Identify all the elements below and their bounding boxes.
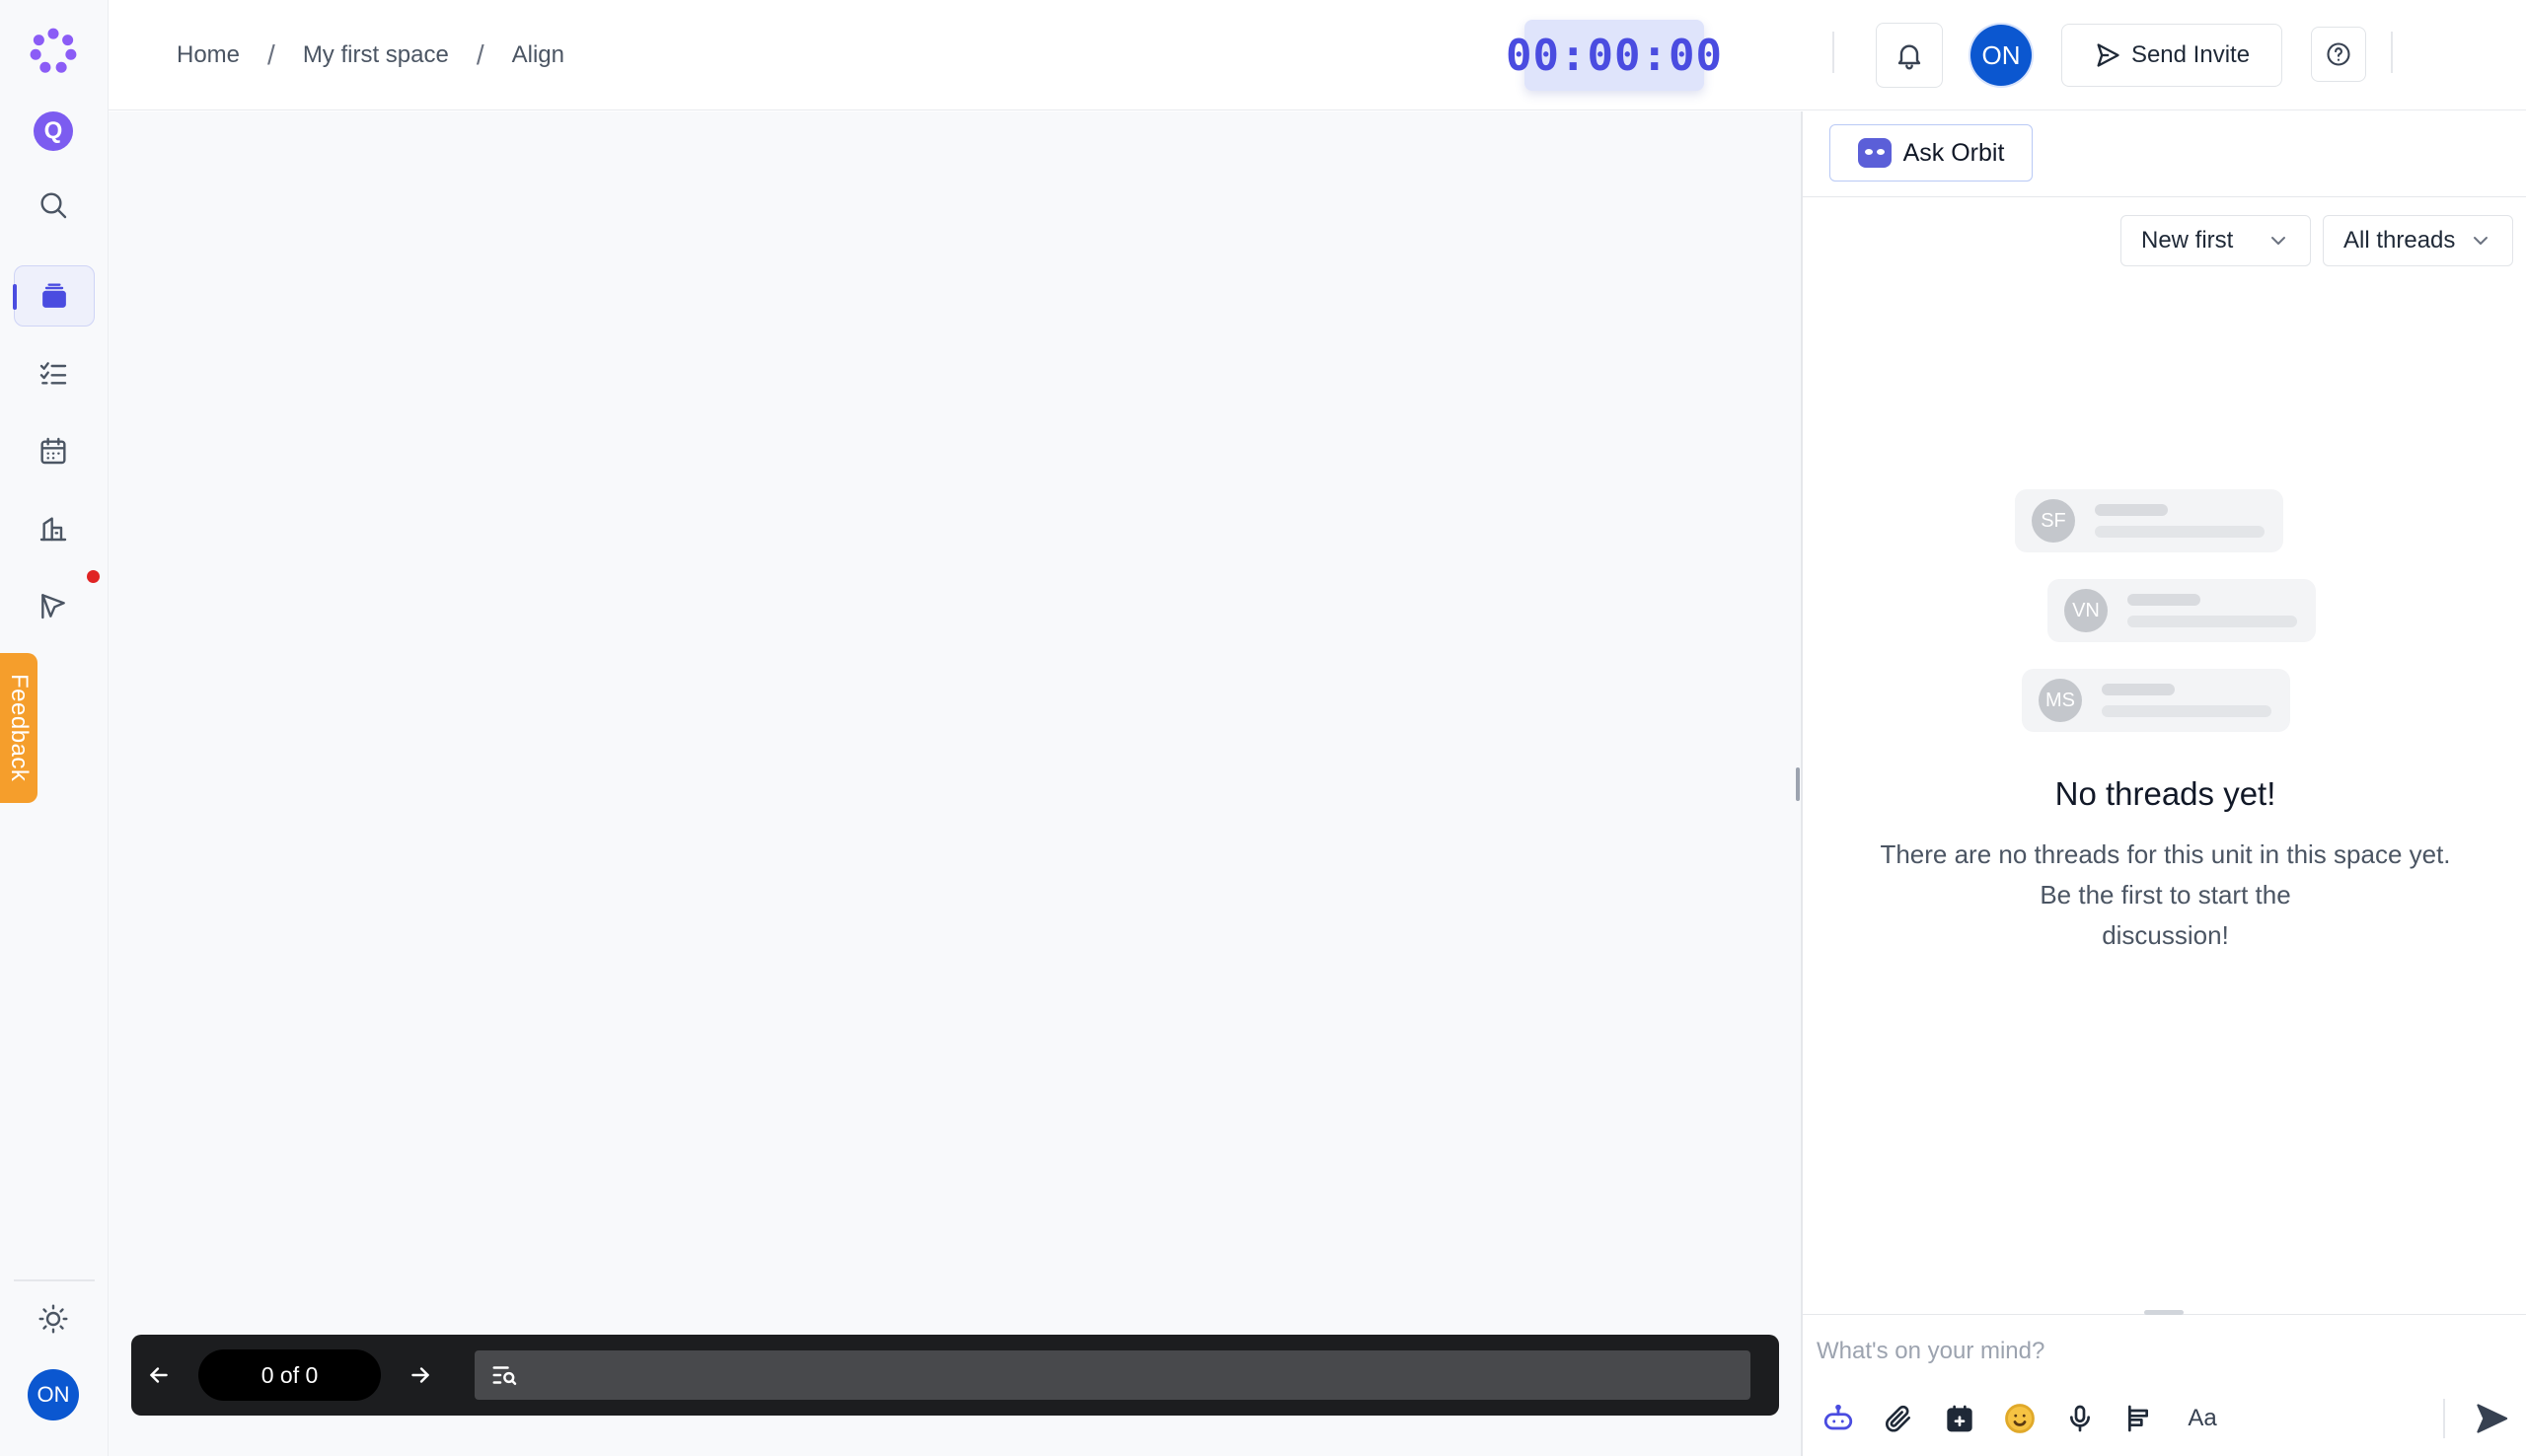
bell-icon (1897, 44, 1921, 70)
robot-icon (1823, 1404, 1853, 1430)
top-bar: Home / My first space / Align 00:00:00 O… (109, 0, 2526, 110)
search-icon[interactable] (28, 180, 79, 231)
sort-select-value: New first (2141, 227, 2234, 254)
filter-select-value: All threads (2343, 227, 2456, 254)
placeholder-avatar: VN (2064, 589, 2108, 632)
previous-button[interactable] (139, 1355, 179, 1395)
document-canvas[interactable] (109, 111, 1801, 1456)
search-list-icon (492, 1366, 517, 1385)
composer-tool-divider (2443, 1399, 2445, 1438)
ai-assist-button[interactable] (1817, 1397, 1860, 1440)
filter-select[interactable]: All threads (2323, 215, 2513, 266)
message-input[interactable] (1817, 1332, 2507, 1371)
schedule-button[interactable] (1938, 1397, 1981, 1440)
document-search[interactable] (475, 1350, 1750, 1400)
orbit-bot-icon (1857, 138, 1892, 168)
send-arrow-icon (2477, 1404, 2508, 1433)
document-search-input[interactable] (532, 1362, 1716, 1388)
voice-button[interactable] (2058, 1397, 2102, 1440)
emoji-icon (2005, 1404, 2035, 1433)
breadcrumb: Home / My first space / Align (177, 39, 564, 71)
placeholder-avatar: SF (2032, 499, 2075, 543)
workspace-badge[interactable]: Q (34, 111, 73, 151)
panel-resize-handle[interactable] (1796, 767, 1800, 801)
viewer-toolbar: 0 of 0 (131, 1335, 1779, 1416)
help-button[interactable] (2311, 27, 2366, 82)
breadcrumb-space[interactable]: My first space (303, 41, 449, 69)
tasks-icon[interactable] (28, 348, 79, 400)
ask-orbit-button[interactable]: Ask Orbit (1829, 124, 2033, 182)
composer-resize-grip[interactable] (2144, 1310, 2184, 1315)
attach-button[interactable] (1877, 1397, 1920, 1440)
placeholder-avatar: MS (2039, 679, 2082, 722)
session-timer[interactable]: 00:00:00 (1506, 20, 1722, 91)
send-message-button[interactable] (2469, 1397, 2514, 1440)
notification-dot (87, 570, 100, 583)
empty-state-line: There are no threads for this unit in th… (1880, 839, 2451, 869)
chevron-down-icon (2474, 237, 2488, 245)
arrow-left-icon (150, 1367, 168, 1383)
microphone-icon (2070, 1405, 2090, 1432)
rail-divider (14, 1279, 95, 1281)
panel-header: Ask Orbit (1803, 111, 2526, 197)
logo-icon[interactable] (28, 26, 79, 77)
notifications-button[interactable] (1876, 23, 1943, 88)
send-invite-button[interactable]: Send Invite (2061, 24, 2282, 87)
feedback-tab[interactable]: Feedback (0, 653, 37, 803)
emoji-button[interactable] (1998, 1397, 2042, 1440)
breadcrumb-separator: / (267, 39, 275, 70)
paperclip-icon (1886, 1405, 1910, 1432)
header-user-avatar[interactable]: ON (1970, 25, 2032, 86)
feedback-label: Feedback (6, 674, 33, 782)
send-icon (2097, 43, 2119, 67)
sort-select[interactable]: New first (2120, 215, 2311, 266)
send-invite-label: Send Invite (2130, 41, 2251, 68)
header-divider (1832, 32, 1834, 73)
calendar-plus-icon (1947, 1405, 1972, 1432)
empty-state-title: No threads yet! (2054, 775, 2276, 812)
empty-state-line: Be the first to start the (2040, 880, 2291, 910)
announcements-icon[interactable] (28, 580, 79, 631)
arrow-right-icon (411, 1367, 429, 1383)
align-bars-icon (2128, 1405, 2148, 1432)
help-icon (2327, 42, 2350, 66)
spaces-icon[interactable] (13, 265, 95, 327)
calendar-icon[interactable] (28, 425, 79, 476)
empty-state-text: There are no threads for this unit in th… (1852, 835, 2479, 956)
thread-placeholder-card: SF (2015, 489, 2283, 552)
thread-placeholder-card: VN (2047, 579, 2316, 642)
next-button[interactable] (401, 1355, 440, 1395)
poll-button[interactable] (2118, 1397, 2162, 1440)
header-divider (2391, 32, 2393, 73)
page-counter: 0 of 0 (198, 1349, 381, 1401)
breadcrumb-current: Align (511, 41, 564, 68)
empty-state-line: discussion! (2102, 920, 2229, 950)
ask-orbit-label: Ask Orbit (1902, 138, 2005, 167)
breadcrumb-home[interactable]: Home (177, 41, 240, 69)
analytics-icon[interactable] (28, 502, 79, 553)
chevron-down-icon (2271, 237, 2285, 245)
thread-placeholder-card: MS (2022, 669, 2290, 732)
theme-icon[interactable] (28, 1293, 79, 1345)
threads-panel: Ask Orbit New first All threads SF VN MS… (1801, 111, 2526, 1456)
breadcrumb-separator: / (476, 39, 484, 70)
text-format-button[interactable]: Aa (2181, 1397, 2224, 1440)
rail-user-avatar[interactable]: ON (28, 1369, 79, 1420)
